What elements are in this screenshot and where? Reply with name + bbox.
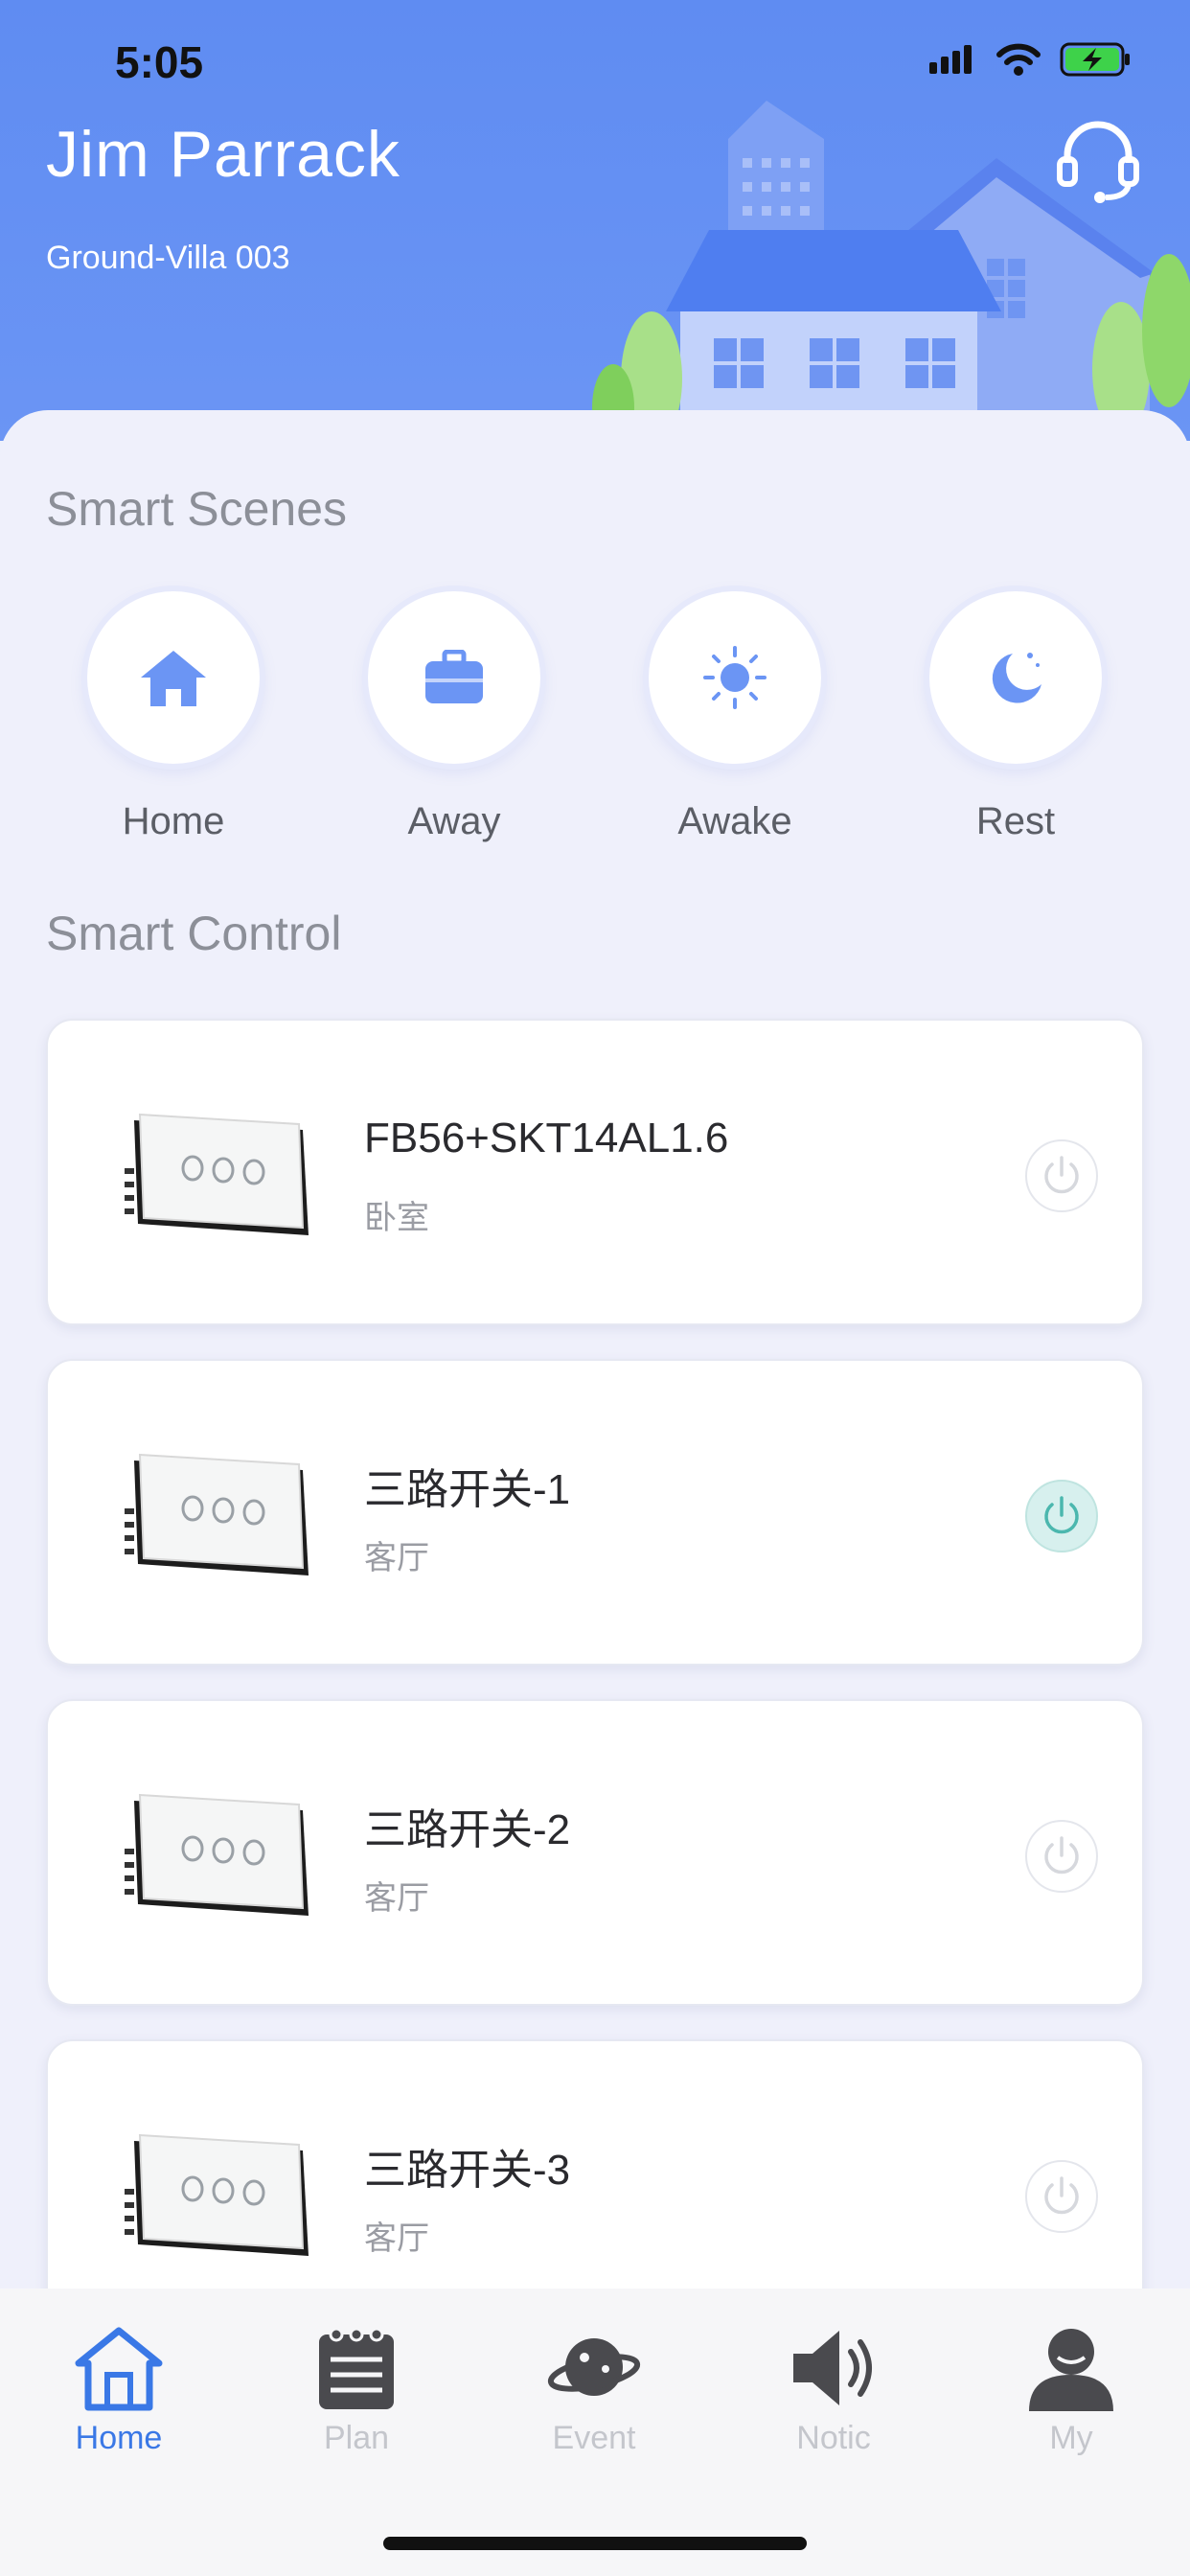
- device-card[interactable]: FB56+SKT14AL1.6 卧室: [46, 1019, 1144, 1325]
- tab-label: Plan: [323, 2420, 390, 2456]
- switch-panel-image: [125, 1113, 309, 1235]
- power-icon: [1044, 2176, 1079, 2215]
- tab-event[interactable]: Event: [517, 2325, 671, 2457]
- tab-label: Home: [75, 2420, 163, 2456]
- tab-label: Event: [552, 2420, 636, 2456]
- location-label[interactable]: Ground-Villa 003: [46, 240, 290, 277]
- tab-bar: Home Plan Event Notic My: [0, 2288, 1190, 2576]
- tab-label: Notic: [796, 2420, 871, 2456]
- user-name: Jim Parrack: [46, 118, 400, 191]
- signal-icon: [929, 45, 972, 74]
- scene-label: Away: [407, 800, 501, 842]
- switch-panel-image: [125, 1453, 309, 1576]
- tab-my[interactable]: My: [995, 2325, 1148, 2457]
- device-name: 三路开关-3: [364, 2147, 571, 2194]
- sun-icon: [703, 646, 767, 709]
- briefcase-icon: [425, 650, 483, 703]
- headset-icon[interactable]: [1052, 113, 1144, 205]
- planet-icon: [547, 2338, 641, 2396]
- switch-panel-image: [125, 2133, 309, 2256]
- scene-label: Home: [122, 800, 225, 842]
- scene-away[interactable]: Away: [368, 591, 540, 843]
- scene-home[interactable]: Home: [87, 591, 260, 843]
- power-button[interactable]: [1025, 2160, 1098, 2233]
- tab-notic[interactable]: Notic: [757, 2325, 910, 2457]
- home-icon: [141, 651, 206, 706]
- device-name: FB56+SKT14AL1.6: [364, 1115, 729, 1162]
- power-button[interactable]: [1025, 1139, 1098, 1212]
- battery-icon: [1060, 42, 1130, 77]
- device-room: 客厅: [364, 1880, 429, 1917]
- scene-label: Rest: [975, 800, 1056, 842]
- moon-icon: [992, 653, 1041, 703]
- user-icon: [1029, 2329, 1113, 2411]
- scene-rest[interactable]: Rest: [929, 591, 1102, 843]
- smart-scenes-title: Smart Scenes: [46, 482, 348, 536]
- wifi-icon: [996, 43, 1041, 76]
- notepad-icon: [319, 2327, 394, 2409]
- status-time: 5:05: [115, 37, 204, 87]
- device-card[interactable]: 三路开关-2 客厅: [46, 1699, 1144, 2006]
- device-name: 三路开关-2: [364, 1806, 571, 1853]
- home-indicator: [383, 2537, 807, 2550]
- speaker-icon: [793, 2331, 872, 2405]
- smart-control-title: Smart Control: [46, 907, 342, 960]
- device-card[interactable]: 三路开关-1 客厅: [46, 1359, 1144, 1666]
- device-name: 三路开关-1: [364, 1466, 571, 1513]
- power-button[interactable]: [1025, 1480, 1098, 1552]
- status-icons: [929, 42, 1133, 77]
- switch-panel-image: [125, 1793, 309, 1916]
- device-room: 客厅: [364, 2220, 429, 2257]
- header: 5:05 Jim Parrack Ground-Villa 003: [0, 0, 1190, 441]
- device-room: 客厅: [364, 1540, 429, 1576]
- scene-label: Awake: [677, 800, 792, 842]
- home-outline-icon: [75, 2327, 163, 2411]
- power-button[interactable]: [1025, 1820, 1098, 1893]
- tab-plan[interactable]: Plan: [280, 2325, 433, 2457]
- power-icon: [1044, 1496, 1079, 1534]
- tab-home[interactable]: Home: [42, 2325, 195, 2457]
- tab-label: My: [1049, 2420, 1093, 2456]
- power-icon: [1044, 1156, 1079, 1194]
- power-icon: [1044, 1836, 1079, 1874]
- scene-awake[interactable]: Awake: [649, 591, 821, 843]
- device-room: 卧室: [364, 1200, 429, 1236]
